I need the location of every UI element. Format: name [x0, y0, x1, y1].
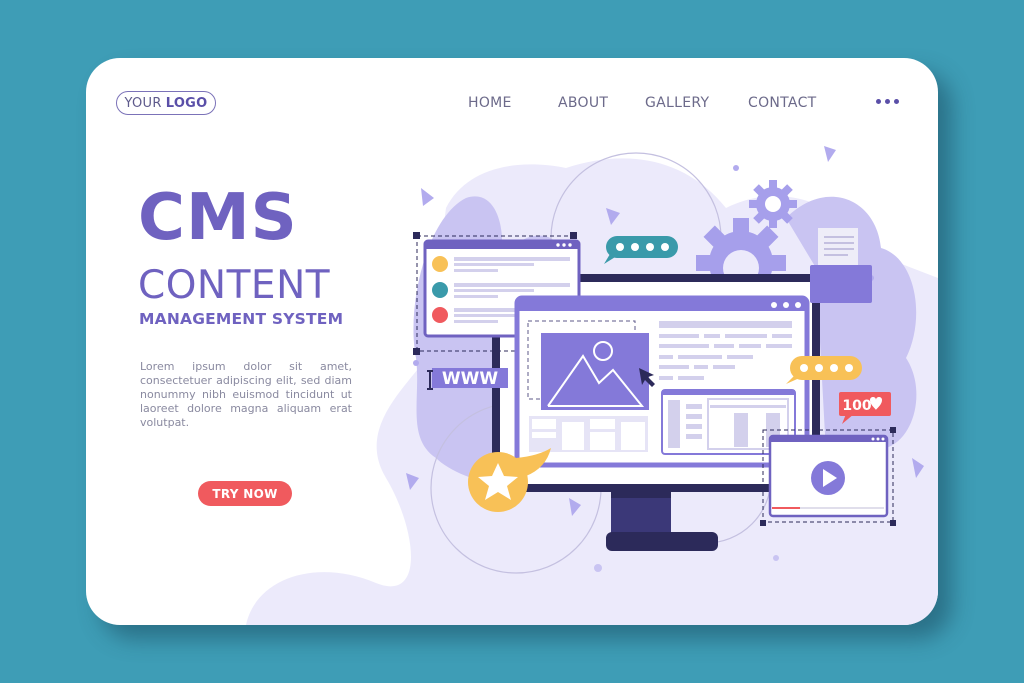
cms-illustration: WWW 100 [246, 146, 938, 625]
hero-subtitle: CONTENT [138, 263, 331, 308]
triangle-decor [421, 188, 434, 206]
try-now-button[interactable]: TRY NOW [198, 481, 292, 506]
logo-text-light: YOUR [124, 95, 162, 111]
nav-contact[interactable]: CONTACT [748, 95, 817, 111]
monitor-stand [606, 532, 718, 551]
nav-about[interactable]: ABOUT [558, 95, 608, 111]
hero-title: CMS [138, 181, 298, 255]
landing-page-card: WWW 100 YOUR LOGO HOME ABOUT GALLERY CON… [86, 58, 938, 625]
url-badge: WWW [427, 368, 508, 390]
logo[interactable]: YOUR LOGO [116, 91, 216, 115]
gear-icon [749, 180, 797, 228]
logo-text-bold: LOGO [165, 95, 208, 111]
more-horizontal-icon[interactable] [876, 95, 899, 108]
play-icon[interactable] [811, 461, 845, 495]
url-badge-text: WWW [442, 369, 499, 389]
hero-tagline: MANAGEMENT SYSTEM [139, 310, 344, 328]
video-window [760, 427, 896, 526]
image-icon [541, 333, 649, 410]
nav-gallery[interactable]: GALLERY [645, 95, 709, 111]
triangle-decor [824, 146, 836, 162]
likes-count: 100 [842, 398, 871, 414]
hero-body: Lorem ipsum dolor sit amet, consectetuer… [140, 360, 352, 429]
nav-home[interactable]: HOME [468, 95, 512, 111]
